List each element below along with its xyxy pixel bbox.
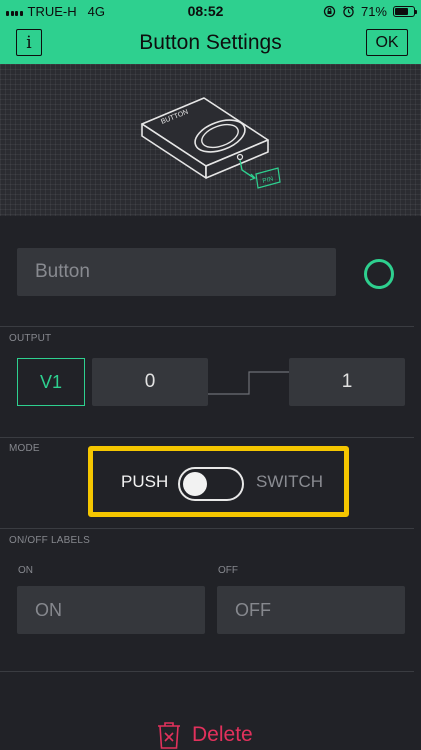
output-min-field[interactable]: 0 [92, 358, 208, 406]
on-label-input[interactable]: ON [17, 586, 205, 634]
button-widget-illustration: BUTTON PIN [141, 97, 281, 189]
status-left: TRUE-H 4G [6, 4, 156, 19]
divider [0, 437, 414, 438]
ok-button[interactable]: OK [366, 29, 408, 56]
off-label-caption: OFF [218, 565, 238, 576]
signal-icon [6, 7, 23, 16]
alarm-icon [343, 5, 354, 17]
labels-section-label: ON/OFF LABELS [9, 535, 90, 546]
battery-percent: 71% [360, 3, 387, 19]
status-bar: TRUE-H 4G 08:52 71% [0, 0, 421, 22]
mode-push-label[interactable]: PUSH [121, 472, 168, 492]
battery-fill [395, 7, 408, 15]
output-section-label: OUTPUT [9, 333, 52, 344]
delete-button[interactable]: Delete [156, 721, 253, 749]
status-right: 71% [265, 3, 417, 19]
mode-toggle[interactable] [178, 467, 244, 501]
divider [0, 671, 414, 672]
output-max-field[interactable]: 1 [289, 358, 405, 406]
range-connector [208, 371, 290, 395]
mode-section-label: MODE [9, 443, 40, 454]
widget-preview: BUTTON PIN [0, 64, 421, 216]
carrier-name: TRUE-H [27, 3, 77, 19]
page-title: Button Settings [139, 31, 282, 54]
pin-selector[interactable]: V1 [17, 358, 85, 406]
mode-switch-label[interactable]: SWITCH [256, 472, 323, 492]
off-label-input[interactable]: OFF [217, 586, 405, 634]
divider [0, 528, 414, 529]
network-type: 4G [87, 3, 105, 19]
status-time: 08:52 [187, 3, 224, 19]
toggle-knob [183, 472, 207, 496]
trash-icon [158, 722, 180, 749]
delete-label: Delete [192, 723, 253, 746]
rotation-lock-icon [323, 5, 336, 17]
header-bar: i Button Settings OK [0, 22, 421, 64]
info-button[interactable]: i [16, 29, 42, 56]
battery-icon [393, 5, 417, 17]
color-picker-button[interactable] [364, 259, 394, 289]
widget-name-input[interactable]: Button [17, 248, 336, 296]
on-label-caption: ON [18, 565, 33, 576]
divider [0, 326, 414, 327]
